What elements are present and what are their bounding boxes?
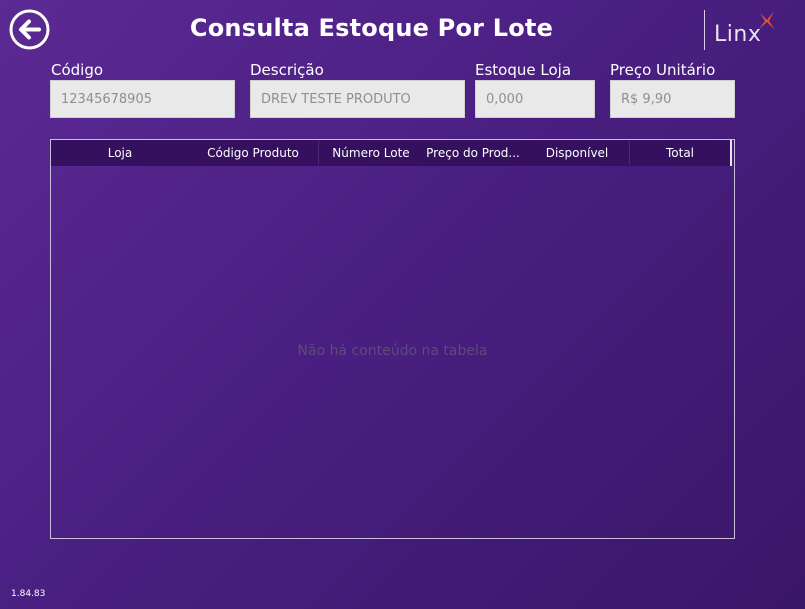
- estoque-loja-field[interactable]: [475, 80, 595, 118]
- app-version: 1.84.83: [11, 589, 46, 599]
- codigo-label: Código: [51, 61, 104, 79]
- codigo-field[interactable]: [50, 80, 235, 118]
- column-header-disponivel[interactable]: Disponível: [523, 140, 631, 166]
- descricao-label: Descrição: [250, 61, 324, 79]
- column-header-codigo-produto[interactable]: Código Produto: [189, 140, 317, 166]
- column-header-total[interactable]: Total: [630, 140, 730, 166]
- lote-table: Loja Código Produto Número Lote Preço do…: [50, 139, 735, 539]
- page-title: Consulta Estoque Por Lote: [189, 14, 554, 42]
- preco-unitario-label: Preço Unitário: [610, 61, 716, 79]
- column-header-numero-lote[interactable]: Número Lote: [319, 140, 423, 166]
- linx-logo: Linx: [704, 10, 784, 52]
- descricao-field[interactable]: [250, 80, 465, 118]
- table-empty-message: Não há conteúdo na tabela: [297, 343, 488, 359]
- linx-star-icon: [759, 11, 775, 30]
- table-scrollbar[interactable]: [730, 140, 732, 166]
- table-header: Loja Código Produto Número Lote Preço do…: [51, 140, 732, 166]
- logo-text: Linx: [714, 22, 762, 47]
- estoque-loja-label: Estoque Loja: [475, 61, 572, 79]
- preco-unitario-field[interactable]: [610, 80, 735, 118]
- column-header-loja[interactable]: Loja: [51, 140, 189, 166]
- logo-divider: [704, 10, 705, 50]
- column-header-preco-produto[interactable]: Preço do Prod...: [423, 140, 523, 166]
